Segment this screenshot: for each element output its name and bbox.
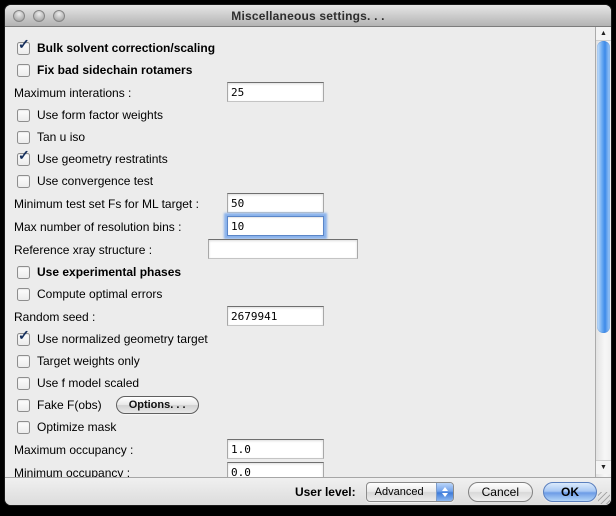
checkbox[interactable] bbox=[17, 399, 30, 412]
field-label: Minimum occupancy : bbox=[14, 466, 130, 478]
field-row: Reference xray structure : bbox=[5, 238, 595, 261]
checkbox-row: Target weights only bbox=[5, 350, 595, 372]
checkbox-label: Use convergence test bbox=[37, 174, 153, 188]
checkbox-row: Use form factor weights bbox=[5, 104, 595, 126]
field-label: Maximum occupancy : bbox=[14, 443, 133, 457]
text-field[interactable] bbox=[227, 306, 324, 326]
close-button[interactable] bbox=[13, 10, 25, 22]
options-button[interactable]: Options. . . bbox=[116, 396, 199, 414]
checkbox-label: Use normalized geometry target bbox=[37, 332, 208, 346]
window-title: Miscellaneous settings. . . bbox=[231, 9, 384, 23]
checkbox-row: Use f model scaled bbox=[5, 372, 595, 394]
checkbox-row: Use experimental phases bbox=[5, 261, 595, 283]
field-row: Minimum test set Fs for ML target : bbox=[5, 192, 595, 215]
checkbox-label: Tan u iso bbox=[37, 130, 85, 144]
checkmark-icon: ✓ bbox=[18, 328, 30, 342]
text-field[interactable] bbox=[227, 439, 324, 459]
scrollbar-thumb[interactable] bbox=[597, 41, 610, 333]
checkbox-row: Fix bad sidechain rotamers bbox=[5, 59, 595, 81]
checkbox-row: ✓ Bulk solvent correction/scaling bbox=[5, 37, 595, 59]
minimize-button[interactable] bbox=[33, 10, 45, 22]
checkbox-label: Fix bad sidechain rotamers bbox=[37, 63, 192, 77]
checkbox-label: Compute optimal errors bbox=[37, 287, 162, 301]
checkbox-label: Target weights only bbox=[37, 354, 140, 368]
popup-stepper-icon bbox=[436, 483, 453, 501]
window-controls bbox=[13, 5, 65, 27]
field-row: Maximum occupancy : bbox=[5, 438, 595, 461]
checkbox[interactable]: ✓ bbox=[17, 42, 30, 55]
checkbox[interactable] bbox=[17, 266, 30, 279]
scroll-down-arrow-icon[interactable]: ▼ bbox=[596, 460, 611, 474]
checkbox-label: Bulk solvent correction/scaling bbox=[37, 41, 215, 55]
field-label: Maximum interations : bbox=[14, 86, 131, 100]
checkbox-row: Tan u iso bbox=[5, 126, 595, 148]
field-label: Reference xray structure : bbox=[14, 243, 152, 257]
checkbox[interactable] bbox=[17, 131, 30, 144]
checkbox[interactable] bbox=[17, 377, 30, 390]
text-field[interactable] bbox=[208, 239, 358, 259]
checkbox-label: Optimize mask bbox=[37, 420, 116, 434]
text-field[interactable] bbox=[227, 82, 324, 102]
checkbox[interactable] bbox=[17, 355, 30, 368]
field-row: Random seed : bbox=[5, 305, 595, 328]
vertical-scrollbar[interactable]: ▲ ▼ bbox=[595, 27, 611, 477]
user-level-value: Advanced bbox=[367, 486, 436, 498]
checkbox-label: Fake F(obs) bbox=[37, 398, 102, 412]
text-field[interactable] bbox=[227, 216, 324, 236]
field-row: Maximum interations : bbox=[5, 81, 595, 104]
checkbox-row: Fake F(obs) Options. . . bbox=[5, 394, 595, 416]
field-label: Minimum test set Fs for ML target : bbox=[14, 197, 199, 211]
user-level-popup[interactable]: Advanced bbox=[366, 482, 454, 502]
field-row: Minimum occupancy : bbox=[5, 461, 595, 477]
checkbox-row: Compute optimal errors bbox=[5, 283, 595, 305]
footer-bar: User level: Advanced Cancel OK bbox=[5, 477, 611, 505]
text-field[interactable] bbox=[227, 462, 324, 477]
user-level-label: User level: bbox=[295, 485, 356, 499]
checkbox[interactable] bbox=[17, 175, 30, 188]
checkbox[interactable] bbox=[17, 421, 30, 434]
checkbox-label: Use geometry restratints bbox=[37, 152, 168, 166]
screenshot-background: Miscellaneous settings. . . ✓ Bulk solven… bbox=[0, 0, 616, 516]
scroll-up-arrow-icon[interactable]: ▲ bbox=[596, 27, 611, 41]
popup-down-arrow-icon bbox=[442, 493, 448, 497]
checkbox-label: Use form factor weights bbox=[37, 108, 163, 122]
checkbox-label: Use f model scaled bbox=[37, 376, 139, 390]
checkbox-row: ✓ Use normalized geometry target bbox=[5, 328, 595, 350]
cancel-button[interactable]: Cancel bbox=[468, 482, 533, 502]
checkbox-row: Optimize mask bbox=[5, 416, 595, 438]
checkbox[interactable]: ✓ bbox=[17, 153, 30, 166]
popup-up-arrow-icon bbox=[442, 487, 448, 491]
title-bar[interactable]: Miscellaneous settings. . . bbox=[5, 5, 611, 27]
checkbox-row: Use convergence test bbox=[5, 170, 595, 192]
field-row: Max number of resolution bins : bbox=[5, 215, 595, 238]
checkbox-row: ✓ Use geometry restratints bbox=[5, 148, 595, 170]
checkmark-icon: ✓ bbox=[18, 37, 30, 51]
settings-form: ✓ Bulk solvent correction/scaling Fix bad … bbox=[5, 27, 595, 477]
checkbox[interactable]: ✓ bbox=[17, 333, 30, 346]
text-field[interactable] bbox=[227, 193, 324, 213]
checkbox-label: Use experimental phases bbox=[37, 265, 181, 279]
checkbox[interactable] bbox=[17, 288, 30, 301]
miscellaneous-settings-window: Miscellaneous settings. . . ✓ Bulk solven… bbox=[5, 5, 611, 505]
resize-grip[interactable] bbox=[598, 492, 610, 504]
ok-button[interactable]: OK bbox=[543, 482, 597, 502]
settings-scroll-area: ✓ Bulk solvent correction/scaling Fix bad … bbox=[5, 27, 611, 477]
zoom-button[interactable] bbox=[53, 10, 65, 22]
checkbox[interactable] bbox=[17, 64, 30, 77]
field-label: Random seed : bbox=[14, 310, 95, 324]
field-label: Max number of resolution bins : bbox=[14, 220, 181, 234]
checkbox[interactable] bbox=[17, 109, 30, 122]
checkmark-icon: ✓ bbox=[18, 148, 30, 162]
